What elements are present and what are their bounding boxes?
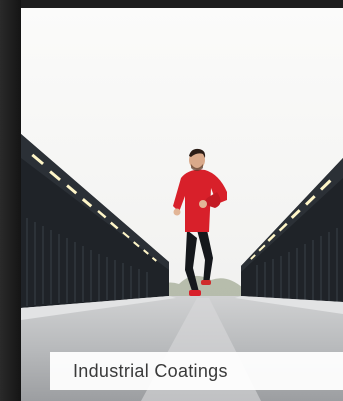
page-frame: Industrial Coatings bbox=[0, 0, 343, 401]
left-border bbox=[0, 0, 21, 401]
industrial-coatings-card[interactable]: Industrial Coatings bbox=[21, 8, 343, 401]
runner-photo bbox=[21, 8, 343, 401]
caption-text: Industrial Coatings bbox=[73, 360, 228, 381]
top-border bbox=[0, 0, 343, 8]
caption-bar: Industrial Coatings bbox=[50, 352, 343, 390]
